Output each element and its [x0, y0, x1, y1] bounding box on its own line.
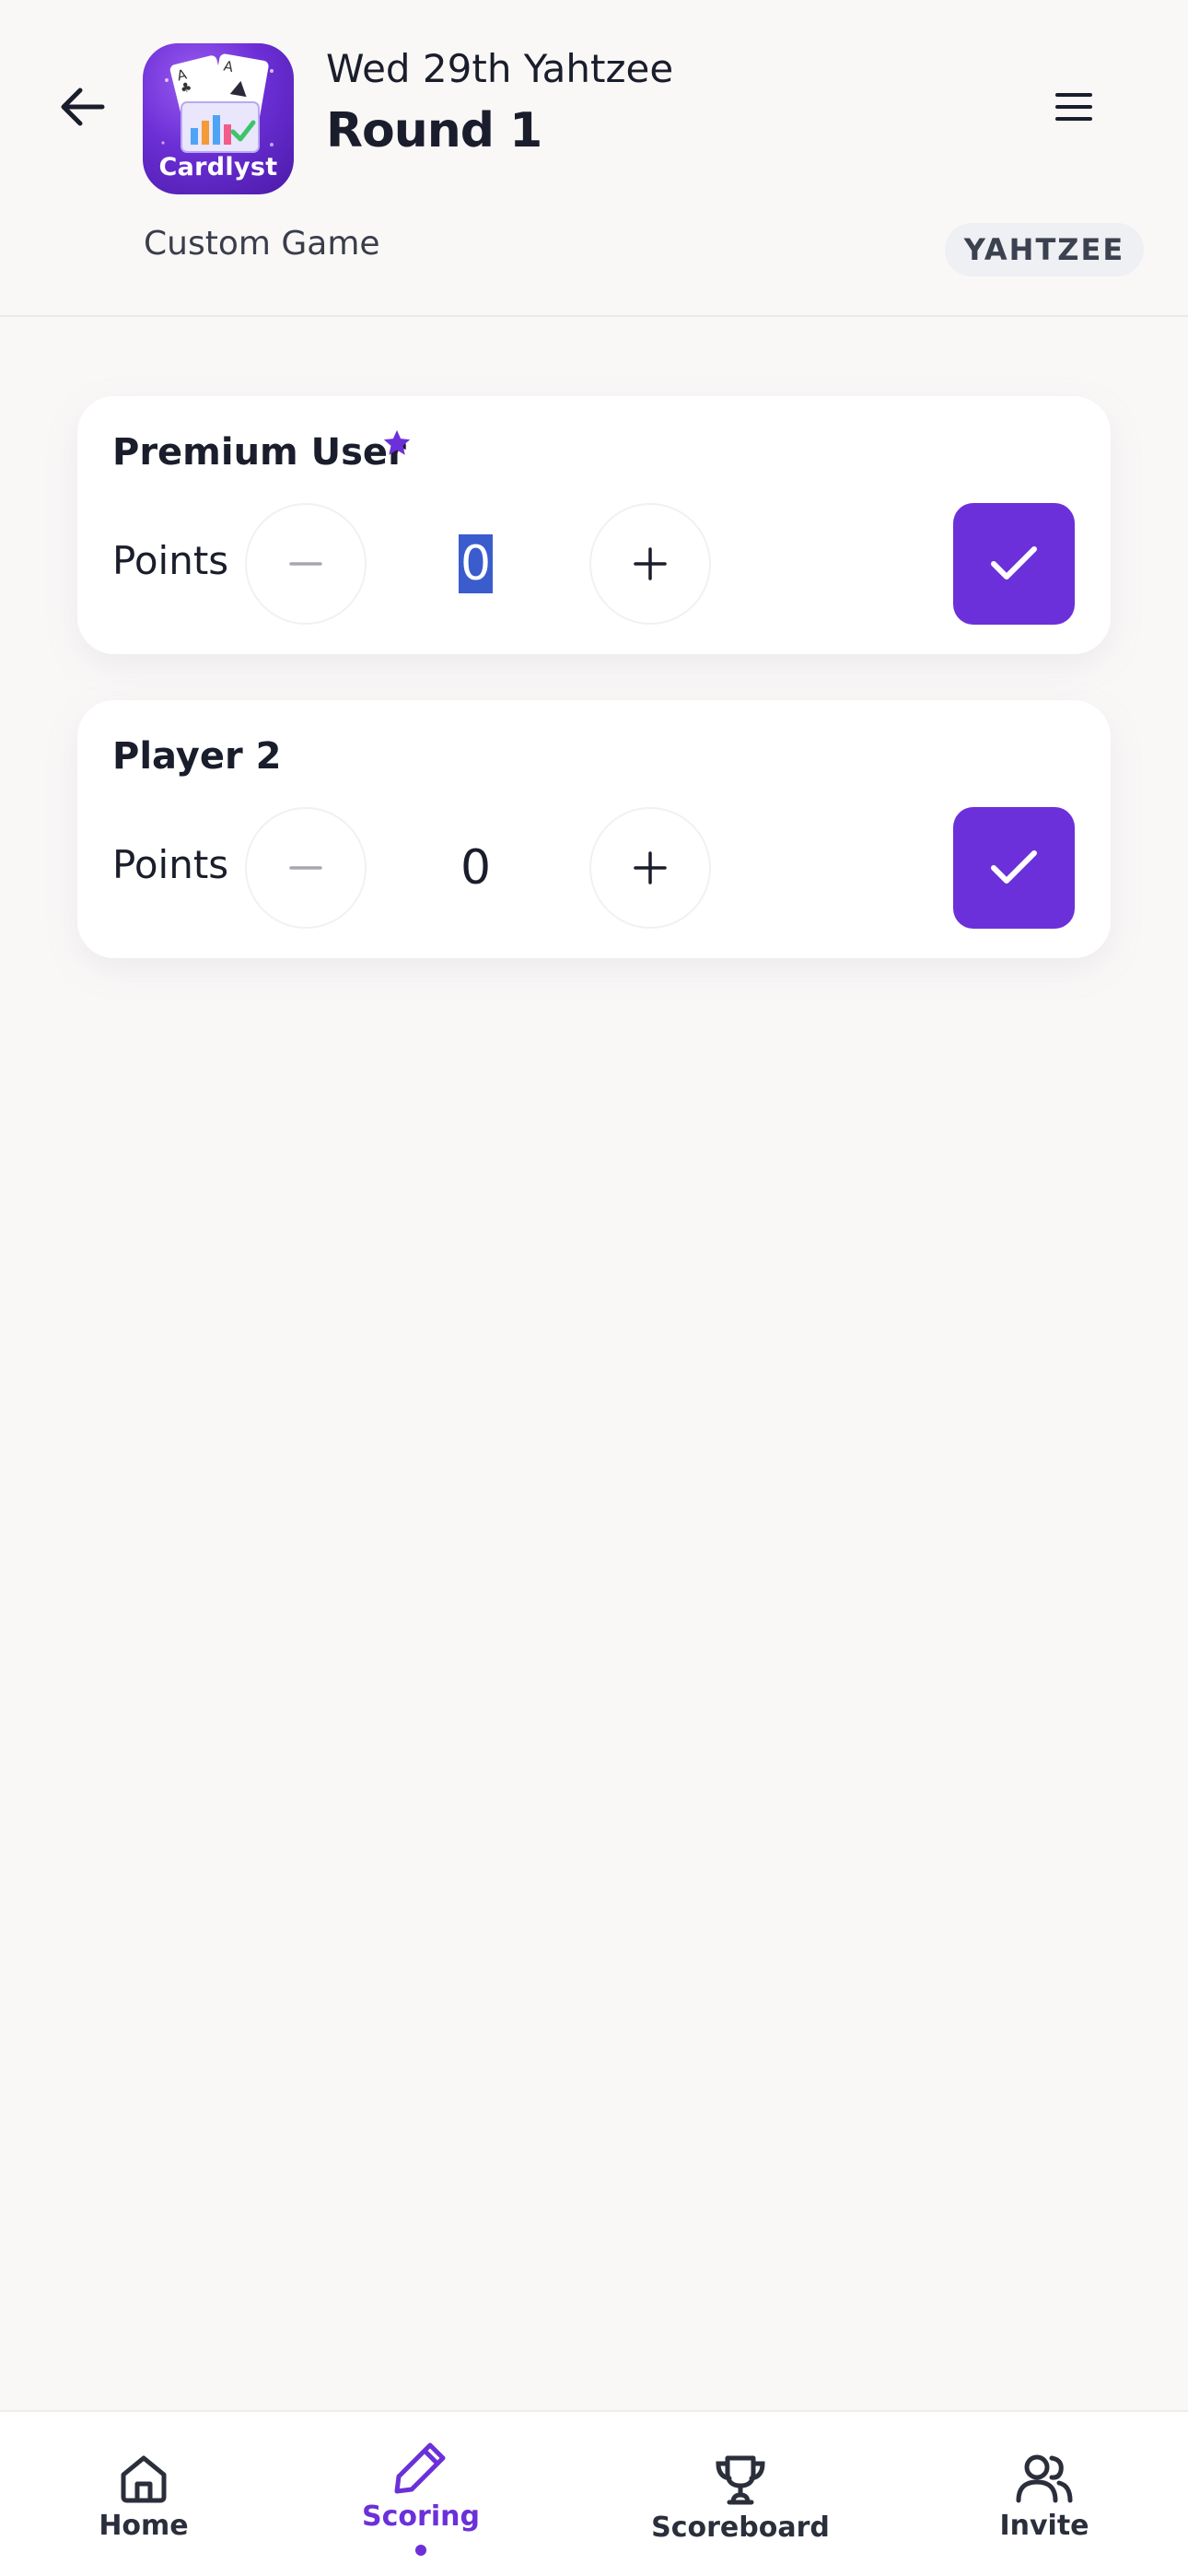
minus-icon	[289, 866, 322, 870]
nav-label: Invite	[999, 2510, 1089, 2542]
app-logo: A ♣ A Cardlyst	[143, 43, 294, 194]
game-title: Wed 29th Yahtzee	[326, 46, 674, 91]
home-icon	[121, 2455, 167, 2503]
points-label: Points	[112, 842, 229, 887]
active-tab-indicator	[415, 2545, 426, 2556]
confirm-score-button[interactable]	[953, 503, 1075, 625]
player-name: Player 2	[112, 735, 282, 778]
minus-icon	[289, 562, 322, 566]
player-card: Player 2 Points 0	[77, 700, 1111, 958]
bottom-navigation: Home Scoring Scoreboard Invite	[0, 2410, 1188, 2576]
app-header: A ♣ A Cardlyst Wed 29th Yahtzee Round 1	[0, 0, 1188, 317]
nav-item-home[interactable]: Home	[96, 2453, 192, 2542]
nav-item-scoreboard[interactable]: Scoreboard	[646, 2453, 834, 2544]
round-title: Round 1	[326, 103, 542, 158]
points-label: Points	[112, 538, 229, 583]
nav-label: Scoring	[362, 2500, 480, 2533]
player-name: Premium User	[112, 431, 406, 474]
star-icon	[383, 429, 411, 455]
checkmark-icon	[991, 850, 1037, 884]
confirm-score-button[interactable]	[953, 807, 1075, 929]
trophy-icon	[716, 2455, 765, 2505]
pencil-icon	[394, 2442, 446, 2494]
score-value: 0	[459, 534, 494, 593]
checkmark-icon	[991, 546, 1037, 580]
increment-button[interactable]	[589, 807, 711, 929]
decrement-button[interactable]	[245, 503, 367, 625]
users-icon	[1016, 2454, 1073, 2503]
score-value: 0	[460, 840, 492, 896]
nav-label: Scoreboard	[651, 2512, 830, 2544]
plus-icon	[634, 851, 667, 884]
player-card: Premium User Points 0	[77, 396, 1111, 654]
logo-text: Cardlyst	[158, 153, 278, 181]
game-tag-badge: YAHTZEE	[945, 223, 1144, 276]
arrow-left-icon	[61, 88, 105, 126]
menu-button[interactable]	[1037, 70, 1111, 144]
nav-label: Home	[99, 2510, 189, 2542]
increment-button[interactable]	[589, 503, 711, 625]
plus-icon	[634, 547, 667, 580]
nav-item-scoring[interactable]: Scoring	[361, 2440, 481, 2533]
hamburger-menu-icon	[1055, 93, 1092, 121]
game-type-label: Custom Game	[144, 225, 380, 263]
nav-item-invite[interactable]: Invite	[991, 2453, 1098, 2542]
back-button[interactable]	[46, 70, 120, 144]
decrement-button[interactable]	[245, 807, 367, 929]
